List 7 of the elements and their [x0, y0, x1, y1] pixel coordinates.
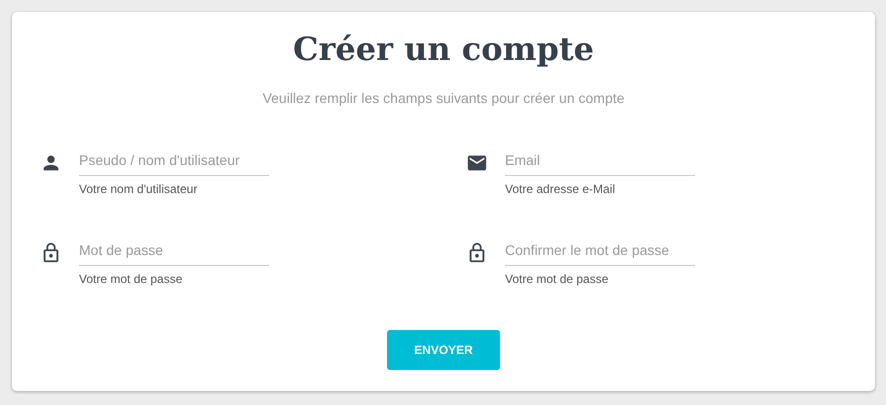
subtitle: Veuillez remplir les champs suivants pour créer un compte	[262, 90, 624, 106]
page-title: Créer un compte	[293, 30, 594, 68]
helper-text: Votre nom d'utilisateur	[79, 182, 198, 196]
helper-text: Votre mot de passe	[505, 272, 610, 286]
helper-text: Votre adresse e-Mail	[505, 182, 616, 196]
submit-button[interactable]: ENVOYER	[387, 330, 500, 370]
helper-text: Votre mot de passe	[79, 272, 184, 286]
